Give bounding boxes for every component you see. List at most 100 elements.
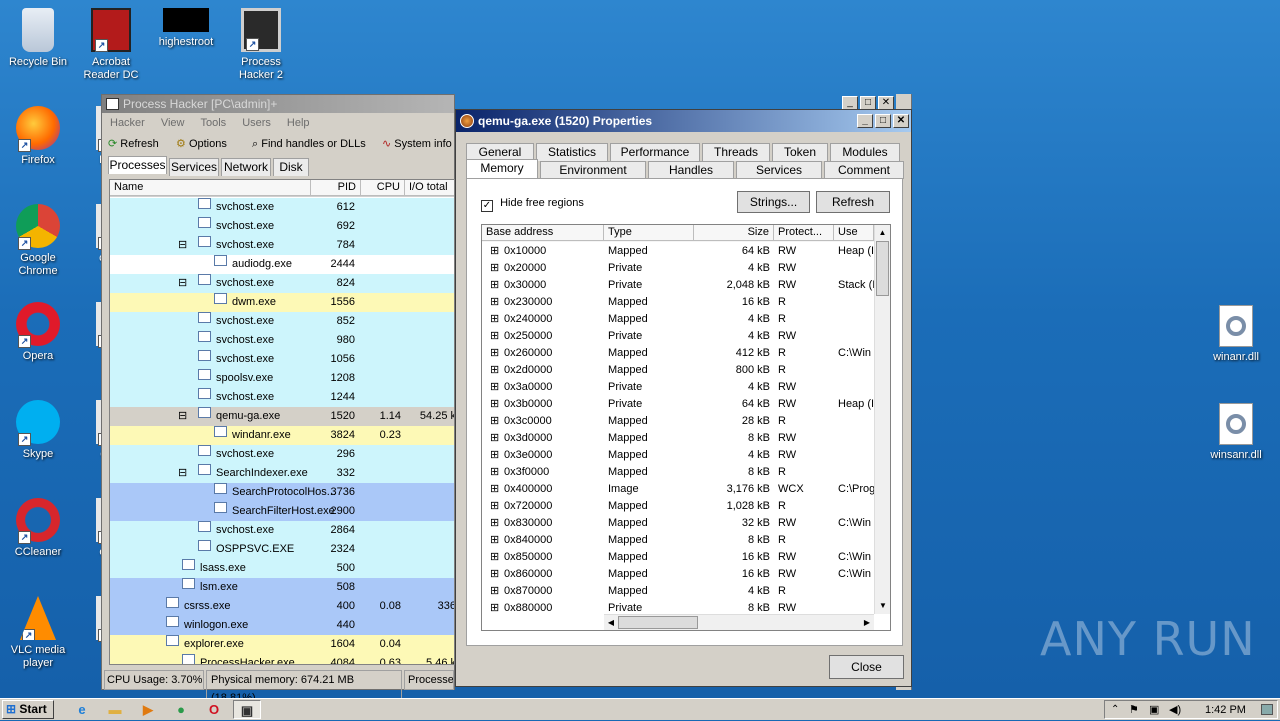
expand-icon[interactable]: ⊞: [490, 345, 499, 362]
expand-icon[interactable]: ⊞: [490, 481, 499, 498]
process-row[interactable]: svchost.exe 1056: [110, 350, 454, 369]
collapse-icon[interactable]: ⊟: [178, 464, 187, 483]
memory-vscrollbar[interactable]: ▲ ▼: [874, 225, 890, 614]
expand-icon[interactable]: ⊞: [490, 549, 499, 566]
memory-row[interactable]: ⊞ 0x830000 Mapped 32 kB RW C:\Win: [482, 515, 874, 532]
memory-row[interactable]: ⊞ 0x400000 Image 3,176 kB WCX C:\Prog: [482, 481, 874, 498]
memory-row[interactable]: ⊞ 0x850000 Mapped 16 kB RW C:\Win: [482, 549, 874, 566]
process-row[interactable]: lsass.exe 500: [110, 559, 454, 578]
process-row[interactable]: audiodg.exe 2444: [110, 255, 454, 274]
chrome-icon[interactable]: ●: [167, 700, 195, 719]
memory-hscrollbar[interactable]: ◀ ▶: [604, 614, 874, 630]
col-io[interactable]: I/O total: [405, 180, 454, 196]
tab-modules[interactable]: Modules: [830, 143, 900, 161]
props-close-btn[interactable]: Close: [829, 655, 904, 679]
tray-expand-icon[interactable]: ⌃: [1111, 701, 1119, 719]
memory-refresh-button[interactable]: Refresh: [816, 191, 890, 213]
tab-statistics[interactable]: Statistics: [536, 143, 608, 161]
scroll-up-icon[interactable]: ▲: [875, 225, 890, 241]
start-button[interactable]: ⊞ Start: [2, 700, 54, 719]
system-info-button[interactable]: ∿ System info: [382, 133, 452, 155]
tab-environment[interactable]: Environment: [540, 161, 646, 179]
menu-users[interactable]: Users: [242, 117, 271, 129]
scroll-left-icon[interactable]: ◀: [604, 615, 618, 630]
memory-row[interactable]: ⊞ 0x870000 Mapped 4 kB R: [482, 583, 874, 600]
ph-maximize-button[interactable]: □: [860, 96, 876, 110]
properties-window[interactable]: qemu-ga.exe (1520) Properties _ □ ✕ Genera…: [455, 109, 912, 687]
process-row[interactable]: windanr.exe 3824 0.23: [110, 426, 454, 445]
memory-row[interactable]: ⊞ 0x720000 Mapped 1,028 kB R: [482, 498, 874, 515]
collapse-icon[interactable]: ⊟: [178, 236, 187, 255]
props-close-button[interactable]: ✕: [893, 114, 909, 128]
clock[interactable]: 1:42 PM: [1205, 701, 1246, 719]
expand-icon[interactable]: ⊞: [490, 311, 499, 328]
process-row[interactable]: OSPPSVC.EXE 2324: [110, 540, 454, 559]
tab-network[interactable]: Network: [221, 158, 271, 176]
memory-row[interactable]: ⊞ 0x840000 Mapped 8 kB R: [482, 532, 874, 549]
expand-icon[interactable]: ⊞: [490, 413, 499, 430]
desktop-icon-winsanr[interactable]: winsanr.dll: [1198, 403, 1274, 462]
tab-memory[interactable]: Memory: [466, 159, 538, 179]
tab-handles[interactable]: Handles: [648, 161, 734, 179]
menu-tools[interactable]: Tools: [201, 117, 227, 129]
opera-icon[interactable]: O: [200, 700, 228, 719]
col-name[interactable]: Name: [110, 180, 311, 196]
process-row[interactable]: SearchFilterHost.exe 2900: [110, 502, 454, 521]
process-row[interactable]: svchost.exe 1244: [110, 388, 454, 407]
desktop-icon-opera[interactable]: ↗ Opera: [0, 302, 76, 363]
col-use[interactable]: Use: [834, 225, 874, 241]
process-row[interactable]: dwm.exe 1556: [110, 293, 454, 312]
collapse-icon[interactable]: ⊟: [178, 274, 187, 293]
memory-row[interactable]: ⊞ 0x20000 Private 4 kB RW: [482, 260, 874, 277]
tab-token[interactable]: Token: [772, 143, 828, 161]
process-row[interactable]: svchost.exe 852: [110, 312, 454, 331]
desktop-icon-acrobat-reader-dc[interactable]: ↗ Acrobat Reader DC: [73, 8, 149, 82]
process-row[interactable]: ⊟ svchost.exe 784: [110, 236, 454, 255]
tab-disk[interactable]: Disk: [273, 158, 309, 176]
flag-icon[interactable]: ⚑: [1129, 701, 1139, 719]
show-desktop-icon[interactable]: [1261, 704, 1273, 715]
scroll-down-icon[interactable]: ▼: [875, 598, 890, 614]
tab-performance[interactable]: Performance: [610, 143, 700, 161]
memory-row[interactable]: ⊞ 0x3e0000 Mapped 4 kB RW: [482, 447, 874, 464]
media-player-icon[interactable]: ▶: [134, 700, 162, 719]
expand-icon[interactable]: ⊞: [490, 243, 499, 260]
memory-row[interactable]: ⊞ 0x230000 Mapped 16 kB R: [482, 294, 874, 311]
ph-titlebar[interactable]: Process Hacker [PC\admin]+: [102, 95, 454, 113]
expand-icon[interactable]: ⊞: [490, 277, 499, 294]
desktop-icon-recycle-bin[interactable]: Recycle Bin: [0, 8, 76, 69]
desktop-icon-process-hacker-2[interactable]: ↗ Process Hacker 2: [223, 8, 299, 82]
col-type[interactable]: Type: [604, 225, 694, 241]
ph-close-button[interactable]: ✕: [878, 96, 894, 110]
tab-comment[interactable]: Comment: [824, 161, 904, 179]
process-row[interactable]: svchost.exe 980: [110, 331, 454, 350]
props-minimize-button[interactable]: _: [857, 114, 873, 128]
process-row[interactable]: ⊟ SearchIndexer.exe 332: [110, 464, 454, 483]
folder-icon[interactable]: ▬: [101, 700, 129, 719]
expand-icon[interactable]: ⊞: [490, 294, 499, 311]
tab-threads[interactable]: Threads: [702, 143, 770, 161]
menu-view[interactable]: View: [161, 117, 185, 129]
menu-hacker[interactable]: Hacker: [110, 117, 145, 129]
network-icon[interactable]: ▣: [1149, 701, 1159, 719]
expand-icon[interactable]: ⊞: [490, 362, 499, 379]
menu-help[interactable]: Help: [287, 117, 310, 129]
process-row[interactable]: svchost.exe 296: [110, 445, 454, 464]
props-maximize-button[interactable]: □: [875, 114, 891, 128]
strings-button[interactable]: Strings...: [737, 191, 810, 213]
desktop-icon-ccleaner[interactable]: ↗ CCleaner: [0, 498, 76, 559]
expand-icon[interactable]: ⊞: [490, 515, 499, 532]
expand-icon[interactable]: ⊞: [490, 600, 499, 615]
process-list[interactable]: Name PID CPU I/O total svchost.exe 612 svc…: [109, 179, 455, 665]
memory-row[interactable]: ⊞ 0x250000 Private 4 kB RW: [482, 328, 874, 345]
col-pid[interactable]: PID: [311, 180, 361, 196]
col-protection[interactable]: Protect...: [774, 225, 834, 241]
memory-row[interactable]: ⊞ 0x880000 Private 8 kB RW: [482, 600, 874, 615]
expand-icon[interactable]: ⊞: [490, 583, 499, 600]
expand-icon[interactable]: ⊞: [490, 464, 499, 481]
hide-free-checkbox[interactable]: ✓ Hide free regions: [481, 197, 584, 212]
process-row[interactable]: SearchProtocolHos... 3736: [110, 483, 454, 502]
process-row[interactable]: csrss.exe 400 0.08 336: [110, 597, 454, 616]
ph-minimize-button[interactable]: _: [842, 96, 858, 110]
col-cpu[interactable]: CPU: [361, 180, 405, 196]
